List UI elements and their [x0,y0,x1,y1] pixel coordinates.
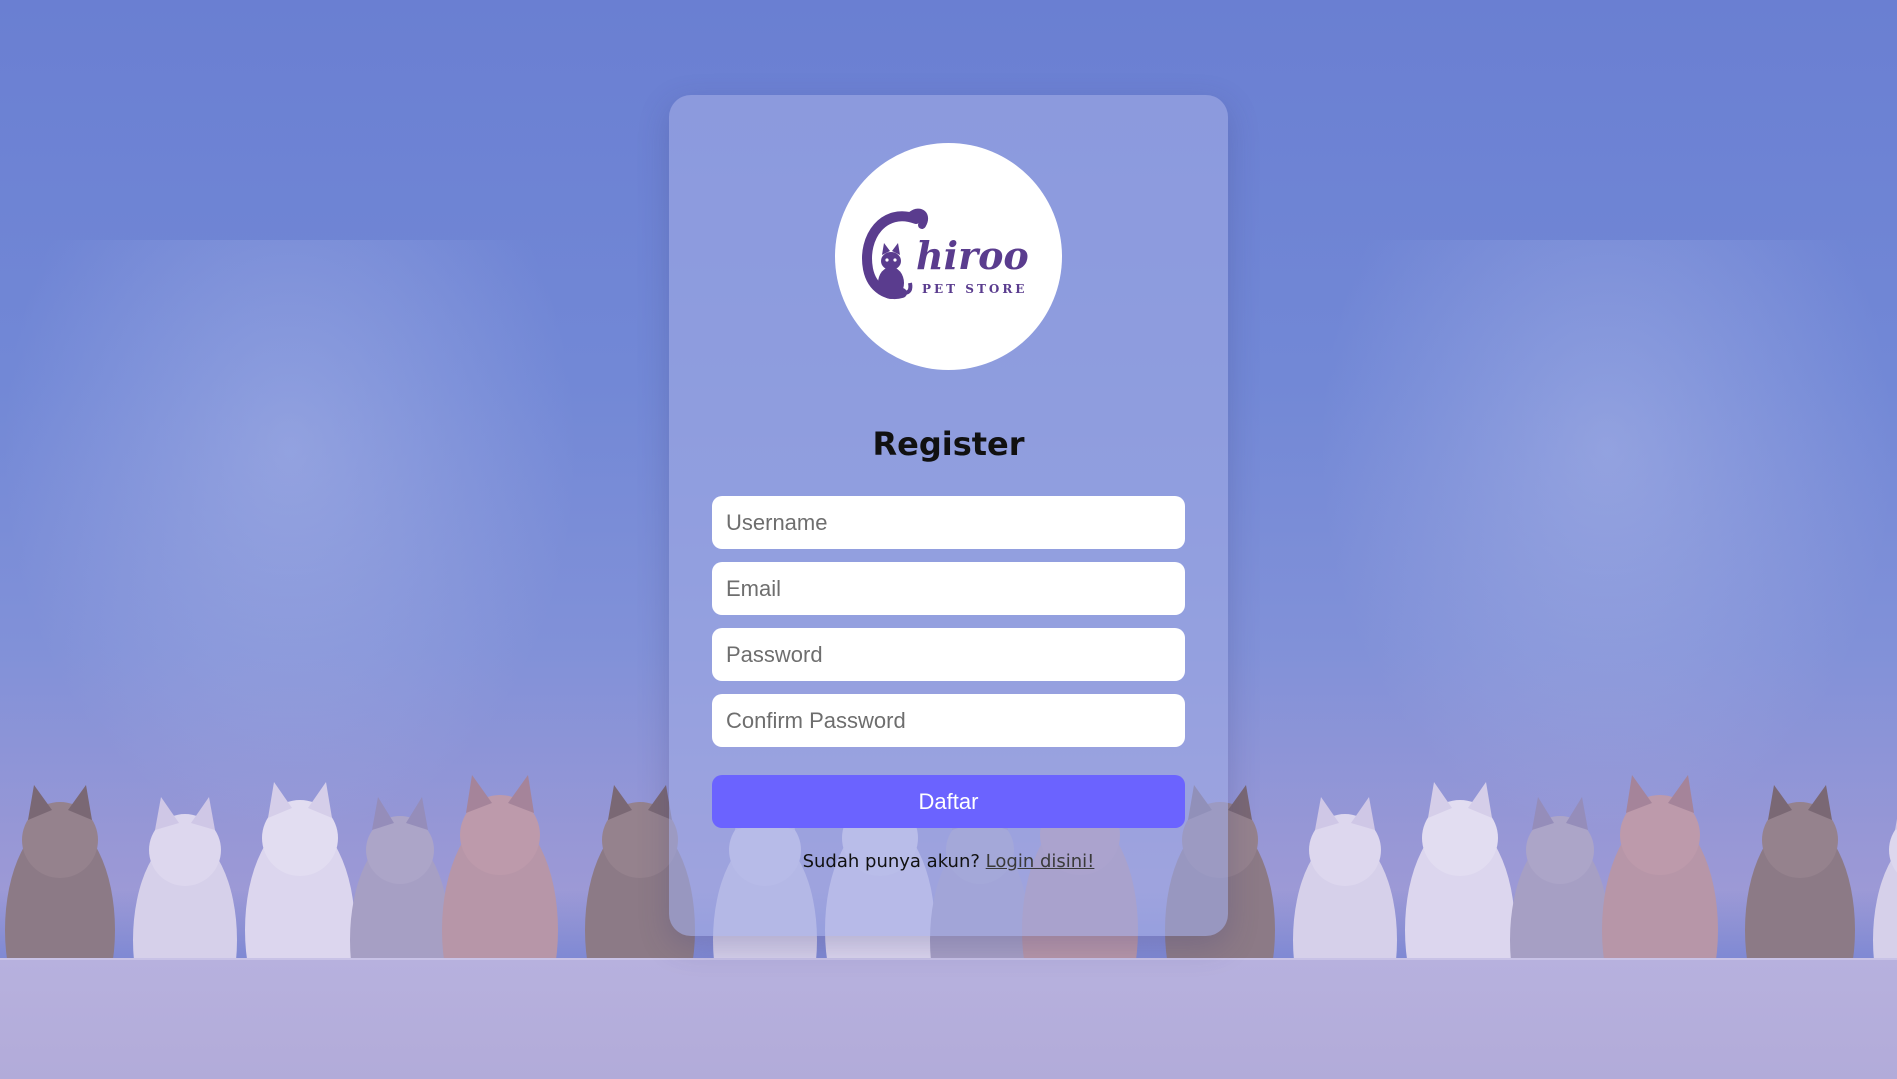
register-card: hiroo PET STORE Register Daftar Sudah pu… [669,95,1228,936]
wall-ledge [0,960,1897,1079]
login-prompt-text: Sudah punya akun? [802,851,980,872]
register-submit-button[interactable]: Daftar [712,775,1185,828]
background-sky [1317,240,1897,840]
page-title: Register [872,425,1025,463]
cat-icon: hiroo PET STORE [861,208,1029,299]
password-input[interactable] [712,628,1185,681]
email-input[interactable] [712,562,1185,615]
brand-logo: hiroo PET STORE [835,143,1062,370]
confirm-password-input[interactable] [712,694,1185,747]
background-sky [0,240,580,840]
login-link[interactable]: Login disini! [986,851,1095,872]
logo-brand-text: hiroo [916,233,1029,278]
login-prompt: Sudah punya akun? Login disini! [669,851,1228,872]
username-input[interactable] [712,496,1185,549]
register-page: hiroo PET STORE Register Daftar Sudah pu… [0,0,1897,1079]
logo-tagline: PET STORE [922,282,1027,296]
